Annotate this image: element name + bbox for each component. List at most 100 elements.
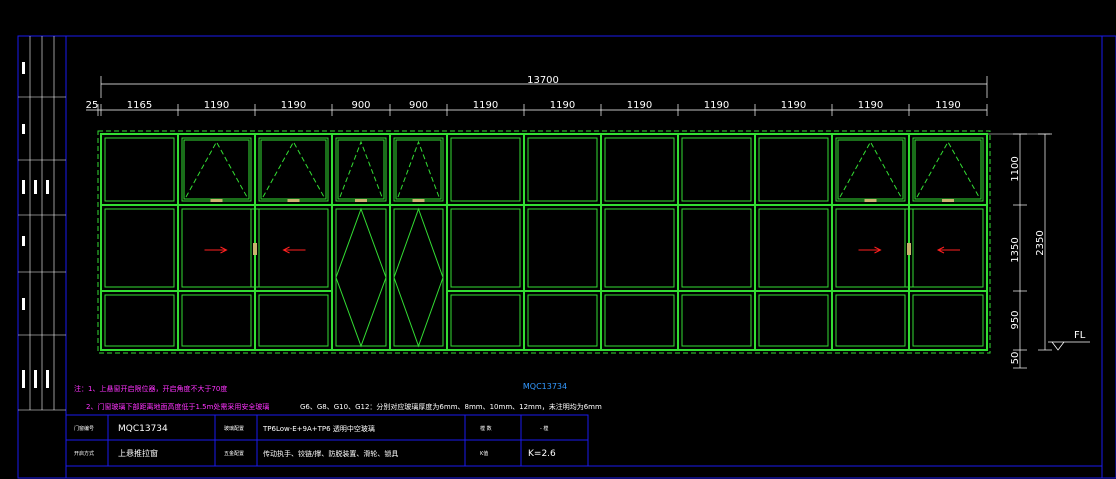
vent-open-indicator [916, 140, 980, 198]
tb-value-glass: TP6Low-E+9A+TP6 透明中空玻璃 [262, 424, 375, 433]
column-width-label: 1165 [127, 100, 152, 111]
glass-pane [758, 137, 829, 202]
tb-label-hardware: 五金配置 [224, 450, 244, 457]
glass-pane [258, 137, 329, 202]
vent-open-indicator [262, 140, 325, 198]
glass-pane [604, 208, 675, 288]
vent-handle [355, 199, 367, 202]
column-width-label: 1190 [858, 100, 883, 111]
base-offset-label: 50 [1010, 352, 1021, 365]
glass-pane [527, 137, 598, 202]
glass-pane [758, 208, 829, 288]
tb-value-code: MQC13734 [118, 424, 168, 434]
vent-open-indicator [339, 140, 383, 198]
glass-pane [450, 208, 521, 288]
door-swing-indicator [393, 207, 444, 348]
note-line-1: 注：1、上悬窗开启限位器，开启角度不大于70度 [74, 384, 227, 393]
vent-handle [287, 199, 300, 202]
glass-pane [104, 137, 175, 202]
door-swing-indicator [335, 207, 387, 348]
glass-pane [758, 294, 829, 347]
outer-frame [100, 133, 988, 351]
combined-height-label: 2350 [1035, 230, 1046, 255]
vent-sash [914, 139, 982, 200]
floor-level-label: FL [1074, 330, 1086, 341]
glass-pane [681, 208, 752, 288]
tb-value-qty: - 樘 [540, 425, 548, 432]
sliding-handle [907, 243, 911, 255]
glass-pane [181, 137, 252, 202]
glass-pane [181, 294, 252, 347]
column-width-label: 1190 [781, 100, 806, 111]
glass-pane [258, 208, 329, 288]
tb-value-k: K=2.6 [528, 449, 556, 459]
vent-sash [837, 139, 904, 200]
glass-pane [450, 137, 521, 202]
outer-dashed-outline [97, 130, 991, 354]
title-block [65, 414, 589, 467]
glass-pane [604, 294, 675, 347]
column-width-label: 900 [351, 100, 370, 111]
column-width-labels: 1165 1190 1190 900 900 1190 1190 1190 1190 1190 11… [127, 100, 961, 111]
row3-height-label: 950 [1010, 310, 1021, 329]
vent-handle [210, 199, 223, 202]
glass-pane [104, 208, 175, 288]
glass-pane [912, 208, 984, 288]
cad-drawing-canvas: 13700 25 1165 1190 1190 900 900 1190 1190 1190 1… [17, 35, 1116, 479]
tb-label-glass: 玻璃配置 [224, 425, 244, 432]
floor-level-marker [1048, 341, 1090, 351]
vent-handle [412, 199, 425, 202]
left-strip-marks [22, 62, 49, 388]
glass-pane [912, 137, 984, 202]
glass-pane [450, 294, 521, 347]
glass-pane [527, 294, 598, 347]
left-offset-label: 25 [86, 100, 99, 111]
vent-open-indicator [185, 140, 248, 198]
glass-pane [681, 137, 752, 202]
overall-width-label: 13700 [527, 75, 559, 86]
column-width-label: 1190 [935, 100, 960, 111]
tb-label-k: K值 [480, 450, 488, 457]
vent-sash [395, 139, 442, 200]
tb-label-code: 门窗编号 [74, 425, 94, 432]
note-line-3: G6、G8、G10、G12：分别对应玻璃厚度为6mm、8mm、10mm、12mm… [300, 402, 602, 411]
drawing-code-label: MQC13734 [523, 382, 567, 391]
note-line-2: 2、门窗玻璃下部距离地面高度低于1.5m处需采用安全玻璃 [86, 402, 269, 411]
sliding-handle [253, 243, 257, 255]
glass-pane [335, 208, 387, 347]
vent-sash [337, 139, 385, 200]
vent-sash [183, 139, 250, 200]
glass-pane [604, 137, 675, 202]
glass-pane [681, 294, 752, 347]
glass-pane [835, 208, 906, 288]
vent-open-indicator [839, 140, 902, 198]
column-width-label: 1190 [550, 100, 575, 111]
column-width-label: 900 [409, 100, 428, 111]
glass-pane [912, 294, 984, 347]
row2-height-label: 1350 [1010, 237, 1021, 262]
row1-height-label: 1100 [1010, 156, 1021, 181]
column-width-label: 1190 [473, 100, 498, 111]
glass-pane [527, 208, 598, 288]
column-width-label: 1190 [204, 100, 229, 111]
vent-handle [864, 199, 877, 202]
tb-value-type: 上悬推拉窗 [118, 448, 158, 458]
glass-pane [393, 137, 444, 202]
column-width-label: 1190 [281, 100, 306, 111]
glass-pane [104, 294, 175, 347]
glass-pane [393, 208, 444, 347]
vent-sash [260, 139, 327, 200]
tb-label-qty: 樘 数 [480, 425, 492, 432]
glass-pane [835, 137, 906, 202]
vent-handle [942, 199, 954, 202]
glass-pane [258, 294, 329, 347]
left-strip-table [18, 36, 66, 411]
tb-value-hardware: 传动执手、铰链/撑、防脱装置、滑轮、锁具 [263, 449, 398, 458]
glass-pane [835, 294, 906, 347]
glass-pane [181, 208, 252, 288]
tb-label-type: 开启方式 [74, 450, 94, 457]
glass-pane [335, 137, 387, 202]
column-width-label: 1190 [627, 100, 652, 111]
column-width-label: 1190 [704, 100, 729, 111]
vent-open-indicator [397, 140, 440, 198]
